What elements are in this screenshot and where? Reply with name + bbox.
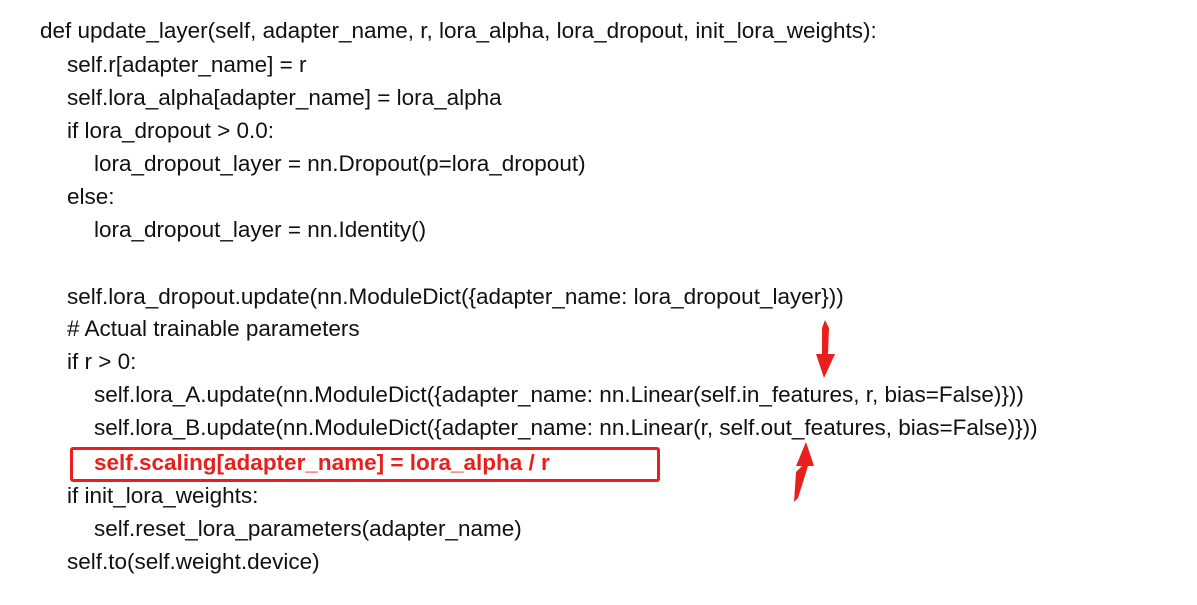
- code-line: self.reset_lora_parameters(adapter_name): [94, 516, 522, 541]
- code-line: self.to(self.weight.device): [67, 549, 320, 574]
- code-line: self.r[adapter_name] = r: [67, 52, 307, 77]
- code-line: lora_dropout_layer = nn.Dropout(p=lora_d…: [94, 151, 586, 176]
- code-line: if r > 0:: [67, 349, 137, 374]
- code-line: if lora_dropout > 0.0:: [67, 118, 275, 143]
- code-comment: # Actual trainable parameters: [67, 316, 360, 341]
- arrow-up-icon: [794, 442, 814, 502]
- page: { "code": { "lines": [ "def update_layer…: [0, 0, 1197, 605]
- code-line: self.lora_dropout.update(nn.ModuleDict({…: [67, 284, 844, 309]
- code-line: self.lora_A.update(nn.ModuleDict({adapte…: [94, 382, 1024, 407]
- arrow-down-icon: [816, 320, 835, 378]
- code-line: else:: [67, 184, 115, 209]
- code-line: if init_lora_weights:: [67, 483, 259, 508]
- code-line: lora_dropout_layer = nn.Identity(): [94, 217, 427, 242]
- code-line: self.lora_alpha[adapter_name] = lora_alp…: [67, 85, 502, 110]
- highlight-box: [70, 447, 660, 482]
- code-line-def: def update_layer(self, adapter_name, r, …: [40, 18, 877, 43]
- code-line: self.lora_B.update(nn.ModuleDict({adapte…: [94, 415, 1038, 440]
